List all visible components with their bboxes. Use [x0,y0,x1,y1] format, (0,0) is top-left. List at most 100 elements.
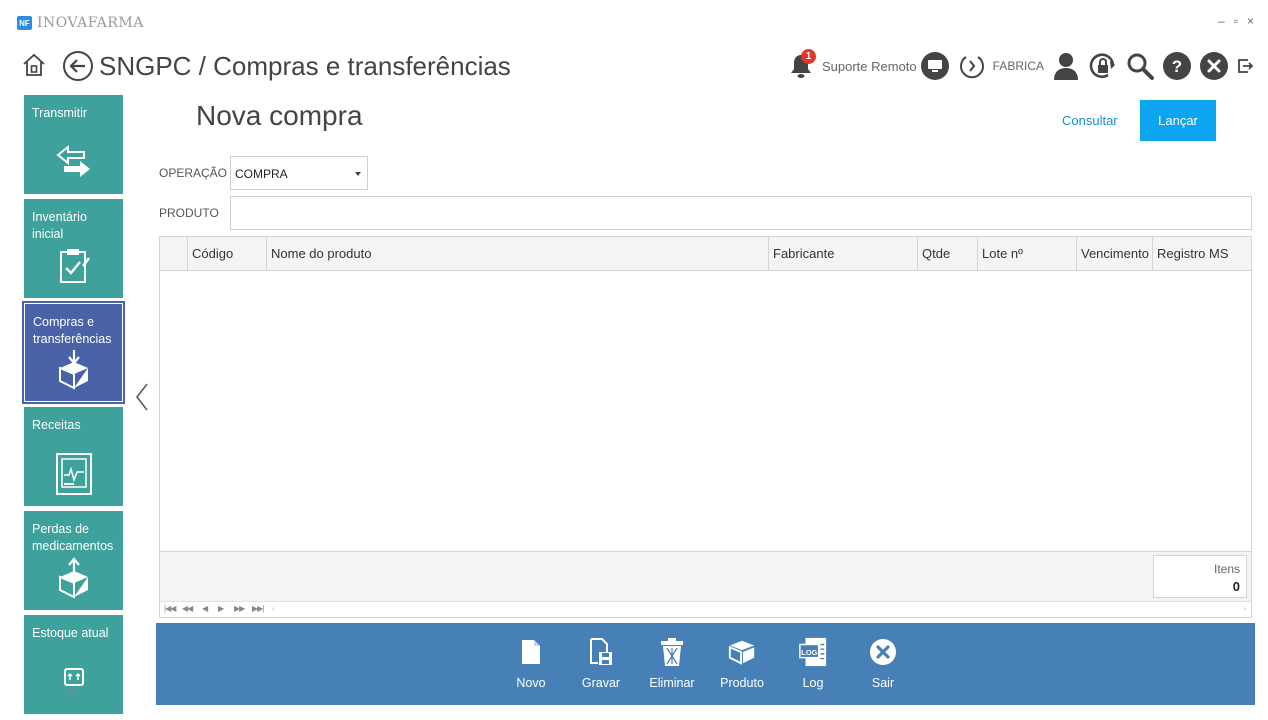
header: SNGPC / Compras e transferências 1 Supor… [0,44,1268,90]
log-icon: LOG [799,637,827,667]
action-toolbar: Novo Gravar Eliminar Produto LOG Log Sai… [156,623,1255,705]
sidebar-item-compras[interactable]: Compras e transferências [22,301,125,404]
nav-last-icon[interactable]: ▶▶| [252,604,264,613]
user-button[interactable] [1051,51,1081,81]
sair-button[interactable]: Sair [853,635,913,701]
column-header-nome[interactable]: Nome do produto [266,237,768,270]
column-header-qtde[interactable]: Qtde [917,237,977,270]
home-icon[interactable] [21,52,47,78]
sidebar-item-inventario[interactable]: Inventário inicial [24,199,123,298]
toolbar-label: Produto [720,676,764,690]
svg-text:?: ? [1172,57,1182,76]
transfer-arrows-icon [55,144,90,177]
exit-icon [870,639,896,665]
sidebar-item-perdas[interactable]: Perdas de medicamentos [24,511,123,610]
itens-count: 0 [1232,579,1240,594]
logout-icon [1238,59,1253,73]
column-header-codigo[interactable]: Código [187,237,266,270]
new-document-icon [522,640,540,664]
novo-button[interactable]: Novo [501,635,561,701]
itens-summary: Itens 0 [1153,555,1247,598]
toolbar-label: Sair [871,676,895,690]
nav-next-icon[interactable]: ▶ [218,604,224,613]
sync-icon [959,56,984,79]
app-window: NF INOVAFARMA – ▫ × SNGPC / Compras e tr… [0,0,1268,720]
sidebar-item-transmitir[interactable]: Transmitir [24,95,123,194]
back-arrow-icon[interactable] [62,50,94,82]
minimize-button[interactable]: – [1218,14,1225,28]
hscroll-left-icon[interactable]: ‹ [272,604,275,613]
nav-prev-page-icon[interactable]: ◀◀ [182,604,193,613]
form-title: Nova compra [196,100,363,131]
sidebar-item-label: Inventário inicial [32,210,87,241]
produto-input[interactable] [230,196,1252,230]
logout-button[interactable] [1236,51,1254,81]
collapse-sidebar-icon[interactable] [135,382,149,412]
sync-button[interactable] [957,51,987,81]
sidebar-item-receitas[interactable]: Receitas [24,407,123,506]
column-header-lote[interactable]: Lote nº [977,237,1076,270]
close-window-button[interactable]: × [1247,14,1254,28]
column-header-registro[interactable]: Registro MS [1152,237,1252,270]
close-button[interactable] [1199,51,1229,81]
close-circle-icon [1200,52,1228,80]
page-title: SNGPC / Compras e transferências [99,51,511,81]
prescription-chart-icon [55,453,92,495]
monitor-icon [920,52,949,80]
toolbar-label: Gravar [581,676,621,690]
itens-label: Itens [1213,562,1240,576]
box-download-icon [58,350,88,390]
remote-support-label[interactable]: Suporte Remoto [822,59,917,74]
toolbar-label: Log [802,676,824,690]
row-indicator-header [160,237,187,270]
user-label[interactable]: FABRICA [993,59,1044,73]
remote-support-button[interactable] [920,51,950,81]
user-icon [1054,53,1078,80]
operacao-select[interactable]: COMPRA [230,156,368,190]
eliminar-button[interactable]: Eliminar [642,635,702,701]
column-header-fabricante[interactable]: Fabricante [768,237,917,270]
gravar-button[interactable]: Gravar [571,635,631,701]
sidebar-item-label: Compras e transferências [33,315,112,346]
grid-body[interactable] [160,271,1251,551]
hscroll-right-icon[interactable]: › [1243,604,1246,613]
operacao-label: OPERAÇÃO [159,166,228,180]
svg-text:LOG: LOG [801,648,817,657]
grid-footer: Itens 0 [160,551,1251,601]
toolbar-label: Novo [516,676,546,690]
app-name: INOVAFARMA [37,15,144,31]
lock-refresh-button[interactable] [1088,51,1118,81]
brand: NF INOVAFARMA [17,15,144,31]
consultar-link[interactable]: Consultar [1062,113,1118,128]
lancar-button[interactable]: Lançar [1140,100,1216,141]
grid-navigator: |◀◀ ◀◀ ◀ ▶ ▶▶ ▶▶| ‹ › [160,601,1251,617]
trash-icon [661,638,683,666]
nav-first-icon[interactable]: |◀◀ [164,604,176,613]
chevron-down-icon [355,172,361,176]
search-button[interactable] [1125,51,1155,81]
produto-button[interactable]: Produto [712,635,772,701]
header-actions: 1 Suporte Remoto FABRICA ? [779,49,1254,83]
lock-refresh-icon [1089,53,1115,79]
grid-header: Código Nome do produto Fabricante Qtde L… [160,237,1251,271]
help-icon: ? [1163,52,1191,80]
operacao-value: COMPRA [235,167,288,181]
search-icon [1127,53,1154,80]
sidebar-item-label: Receitas [32,418,81,432]
nav-prev-icon[interactable]: ◀ [202,604,208,613]
log-button[interactable]: LOG Log [783,635,843,701]
save-icon [590,638,612,665]
product-box-icon [728,640,755,665]
sidebar-scroll-down-icon[interactable] [66,688,76,696]
column-header-vencimento[interactable]: Vencimento [1076,237,1152,270]
nav-next-page-icon[interactable]: ▶▶ [234,604,245,613]
products-grid: Código Nome do produto Fabricante Qtde L… [159,236,1252,618]
notifications-button[interactable]: 1 [786,49,816,81]
maximize-button[interactable]: ▫ [1234,14,1238,28]
produto-label: PRODUTO [159,206,219,220]
sidebar: Transmitir Inventário inicial Compras e … [22,94,126,720]
box-upload-icon [58,557,88,599]
help-button[interactable]: ? [1162,51,1192,81]
sidebar-item-estoque[interactable]: Estoque atual [24,615,123,714]
clipboard-check-icon [59,249,90,283]
